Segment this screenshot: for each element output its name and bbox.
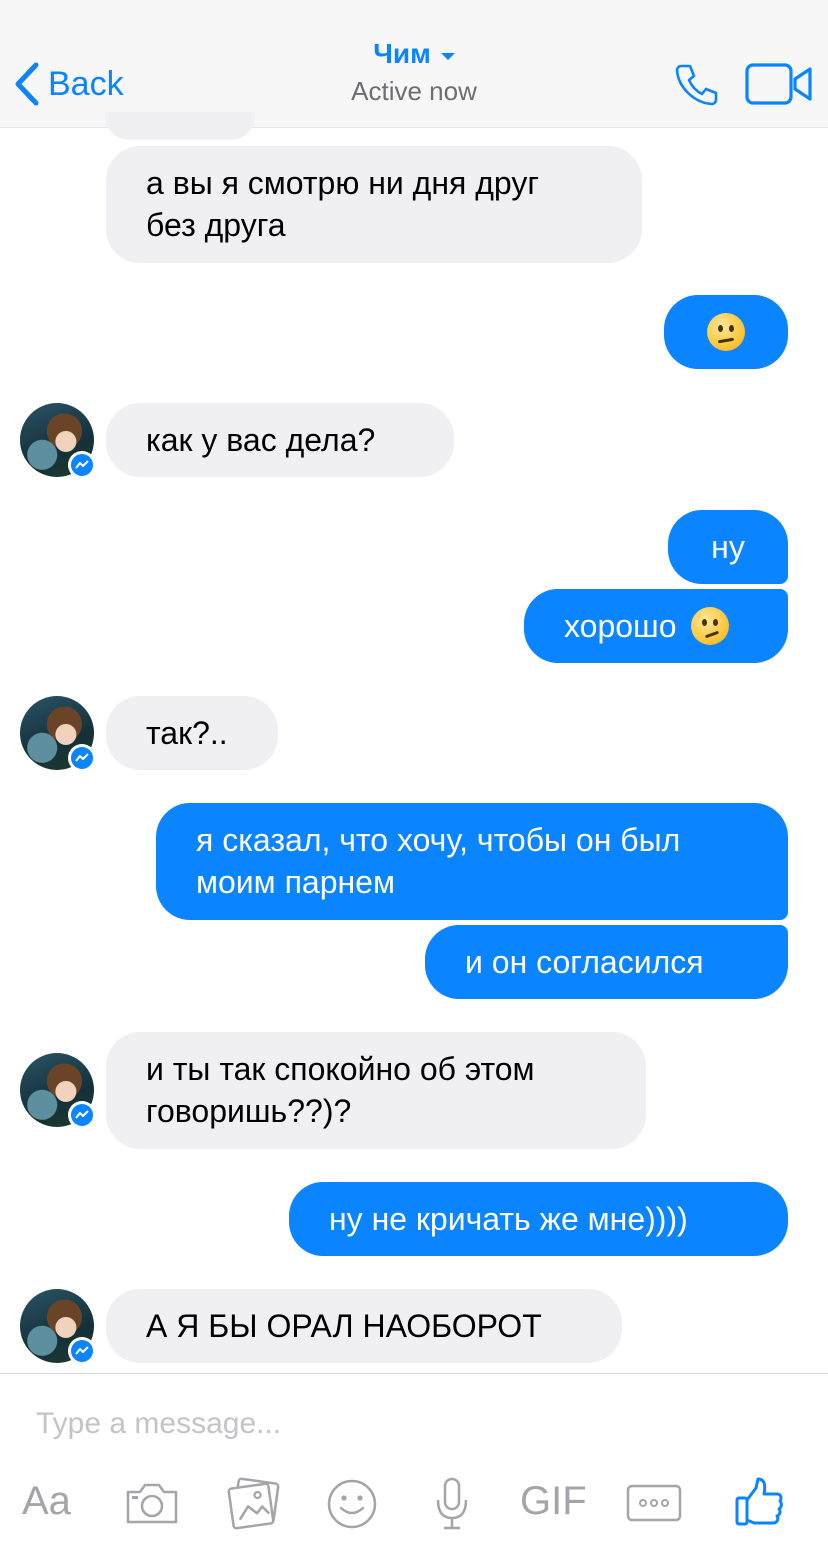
message-text: ну не кричать же мне)))) [329, 1201, 688, 1237]
contact-name: Чим [373, 38, 431, 69]
emoji-icon[interactable] [326, 1478, 378, 1530]
message-incoming[interactable]: так?.. [106, 696, 278, 770]
message-outgoing[interactable]: ну [668, 510, 788, 584]
message-text: ну [711, 529, 745, 565]
message-text-line: без друга [146, 207, 286, 243]
message-composer: Aa GIF [0, 1373, 828, 1551]
messenger-badge [68, 1337, 96, 1365]
gif-icon[interactable]: GIF [520, 1474, 587, 1528]
message-text: хорошо [564, 608, 677, 644]
message-text-line: моим парнем [196, 864, 395, 900]
messenger-bolt-icon [75, 753, 89, 762]
message-outgoing[interactable]: ну не кричать же мне)))) [289, 1182, 788, 1256]
message-input[interactable] [36, 1404, 776, 1444]
microphone-icon[interactable] [434, 1476, 470, 1532]
messenger-badge [68, 1101, 96, 1129]
message-incoming[interactable]: и ты так спокойно об этом говоришь??)? [106, 1032, 646, 1149]
message-incoming[interactable]: а вы я смотрю ни дня друг без друга [106, 146, 642, 263]
chat-header: Back Чим Active now [0, 0, 828, 128]
contact-avatar[interactable] [20, 696, 96, 772]
chevron-down-icon [440, 52, 455, 60]
smirking-face-emoji [691, 606, 730, 645]
message-outgoing[interactable]: хорошо [524, 589, 788, 663]
messenger-bolt-icon [75, 460, 89, 469]
messenger-badge [68, 451, 96, 479]
message-text: как у вас дела? [146, 422, 376, 458]
message-bubble-partial [105, 112, 255, 140]
messenger-badge [68, 744, 96, 772]
contact-avatar[interactable] [20, 1289, 96, 1365]
confused-face-emoji [707, 313, 745, 351]
messenger-bolt-icon [75, 1346, 89, 1355]
messenger-bolt-icon [75, 1110, 89, 1119]
video-call-icon[interactable] [744, 62, 814, 106]
message-outgoing[interactable] [664, 295, 788, 369]
contact-avatar[interactable] [20, 1053, 96, 1129]
message-text: и он согласился [465, 944, 704, 980]
message-text-line: говоришь??)? [146, 1093, 352, 1129]
message-incoming[interactable]: как у вас дела? [106, 403, 454, 477]
photo-gallery-icon[interactable] [226, 1476, 282, 1530]
message-outgoing[interactable]: и он согласился [425, 925, 788, 999]
message-text: так?.. [146, 715, 228, 751]
contact-avatar[interactable] [20, 403, 96, 479]
message-text: А Я БЫ ОРАЛ НАОБОРОТ [146, 1308, 542, 1344]
phone-call-icon[interactable] [672, 60, 720, 108]
message-text-line: а вы я смотрю ни дня друг [146, 165, 540, 201]
thumbs-up-icon[interactable] [734, 1476, 784, 1528]
message-text-line: я сказал, что хочу, чтобы он был [196, 822, 681, 858]
text-format-icon[interactable]: Aa [22, 1474, 71, 1528]
camera-icon[interactable] [124, 1480, 180, 1526]
message-incoming[interactable]: А Я БЫ ОРАЛ НАОБОРОТ [106, 1289, 622, 1363]
more-icon[interactable] [626, 1484, 682, 1524]
message-outgoing[interactable]: я сказал, что хочу, чтобы он был моим па… [156, 803, 788, 920]
message-text-line: и ты так спокойно об этом [146, 1051, 535, 1087]
